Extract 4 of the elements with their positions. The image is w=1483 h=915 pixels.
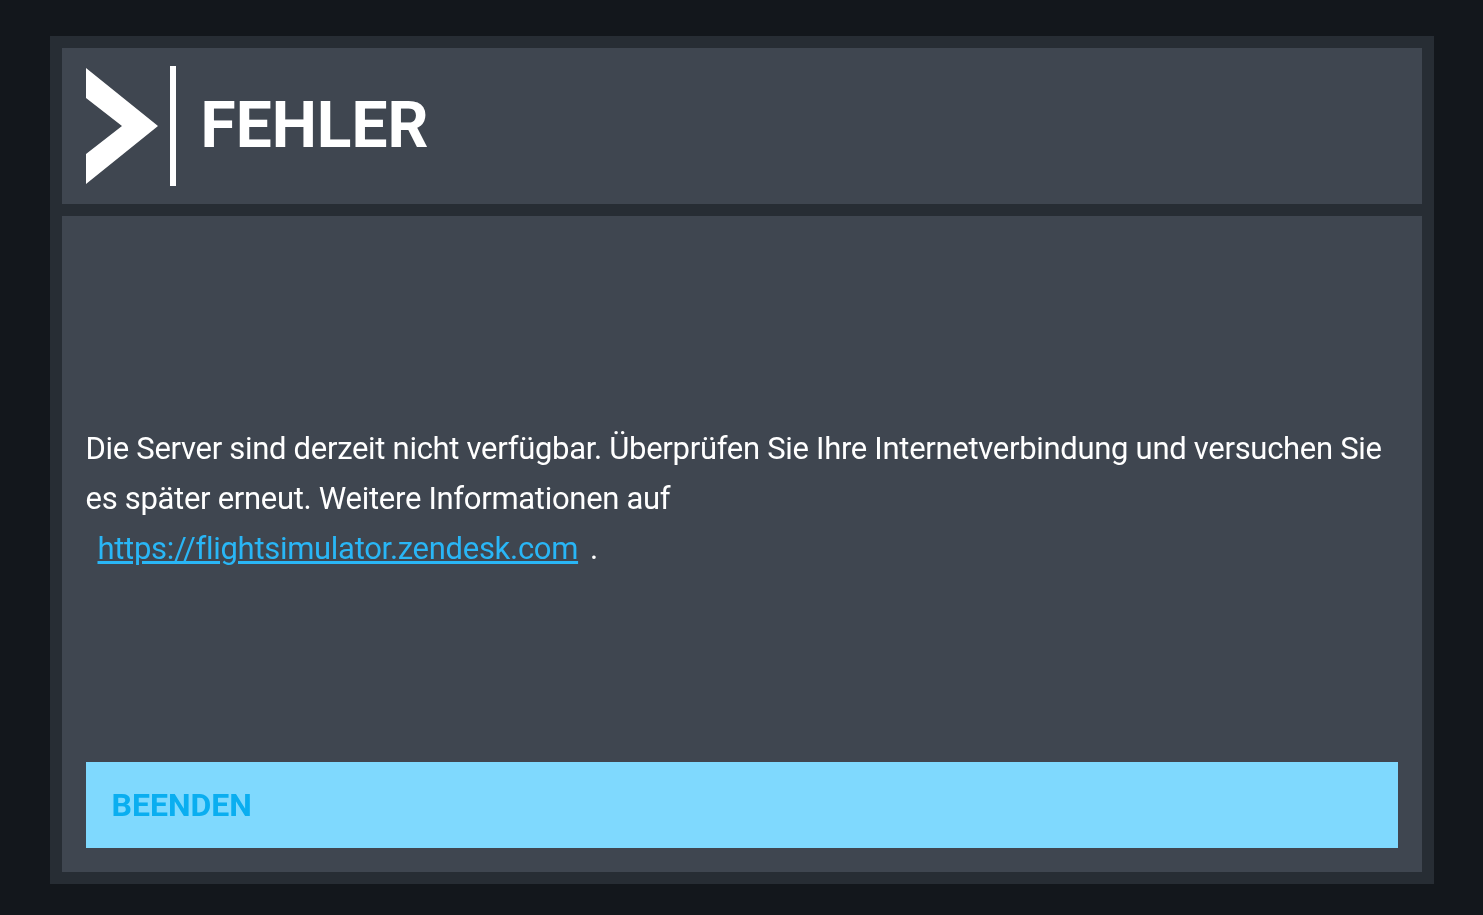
chevron-logo-icon [85,66,177,186]
error-message: Die Server sind derzeit nicht verfügbar. Überprüfen Sie Ihre Internetverbindung und versuchen Sie es später erneut. Weitere Informationen auf https://flightsimulator.zendesk.com . [85,429,1383,569]
support-link[interactable]: https://flightsimulator.zendesk.com [97,530,579,567]
dialog-title: FEHLER [200,94,429,158]
